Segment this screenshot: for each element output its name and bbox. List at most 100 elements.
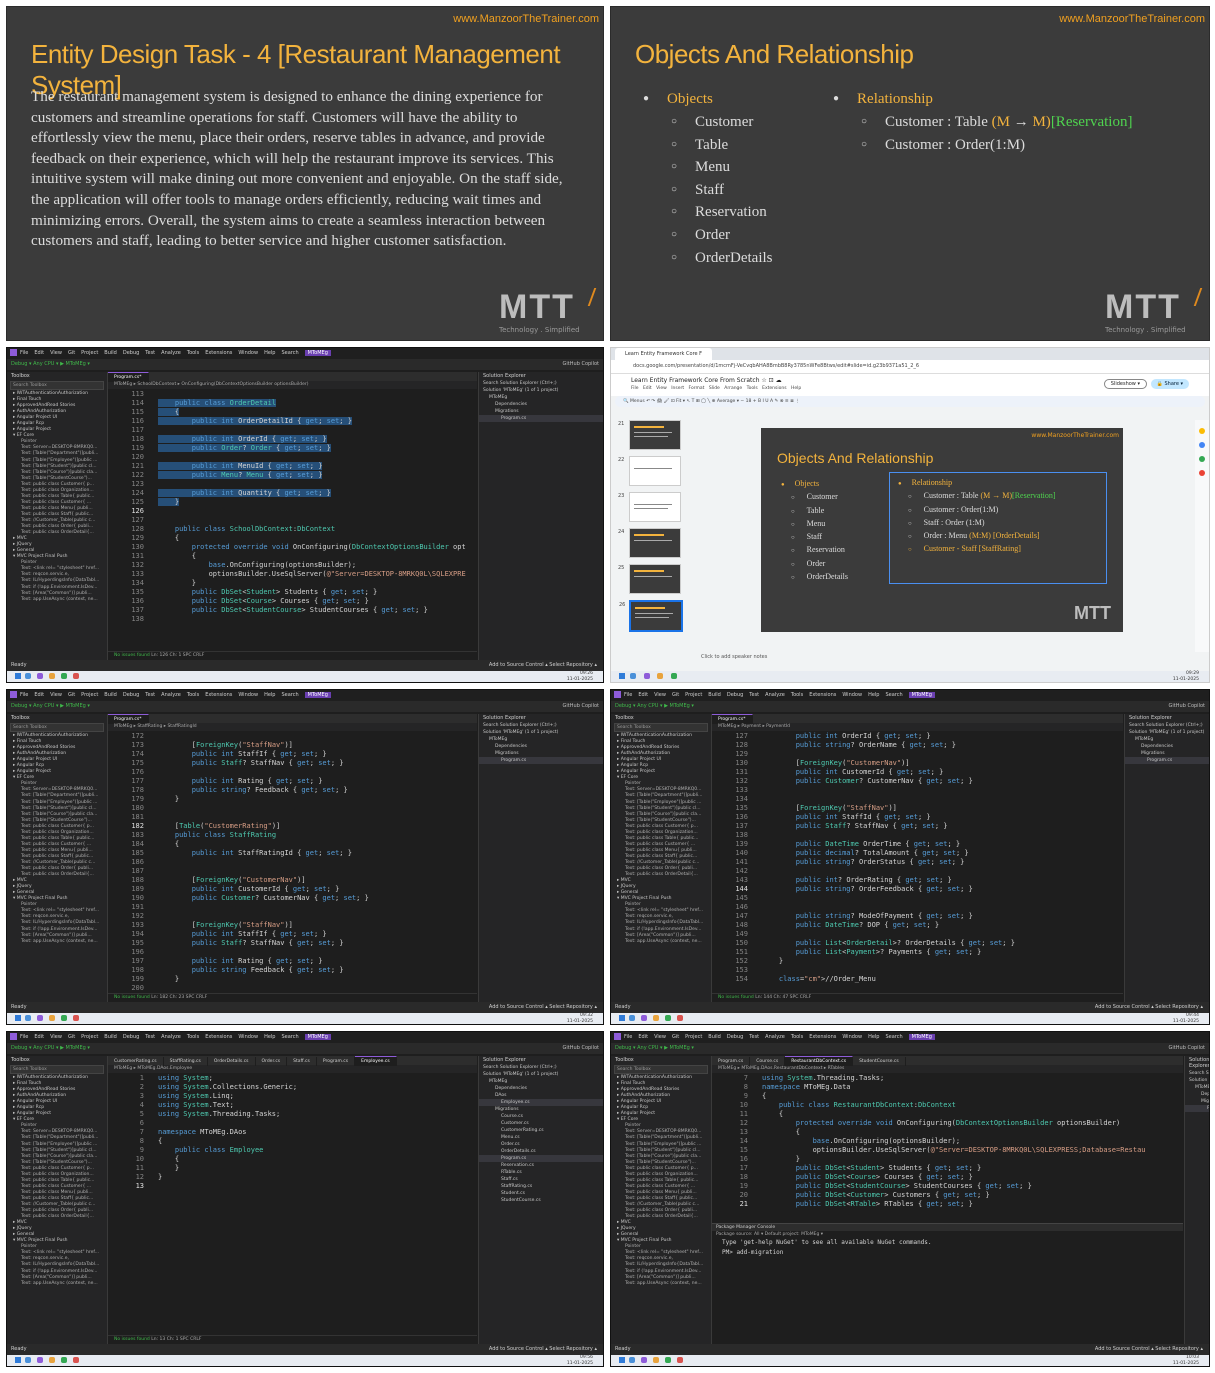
solution-item[interactable]: Order.cs (479, 1141, 603, 1148)
nav-member[interactable]: RTables (828, 1066, 845, 1071)
code-line[interactable]: 1 using System; (108, 1074, 477, 1083)
solution-item[interactable]: RTable.cs (479, 1169, 603, 1176)
code-line[interactable]: 137 public DbSet<StudentCourse> StudentC… (108, 606, 477, 615)
solution-item[interactable]: Program.cs (1185, 1105, 1209, 1112)
nav-project[interactable]: MToMEg (718, 1066, 736, 1071)
issues-indicator[interactable]: No issues found (114, 653, 150, 658)
search-box[interactable]: Search (281, 350, 298, 356)
code-line[interactable]: 176 (108, 768, 477, 777)
code-line[interactable]: 12} (108, 1173, 477, 1182)
toolbox-item[interactable]: Text: [Table("Course")]public cla... (7, 812, 107, 818)
source-control-buttons[interactable]: Add to Source Control ▴ Select Repositor… (1095, 1344, 1203, 1355)
debug-run-controls[interactable]: Debug ▾ Any CPU ▾ ▶ MToMEg ▾ (11, 1045, 90, 1051)
debug-run-controls[interactable]: Debug ▾ Any CPU ▾ ▶ MToMEg ▾ (615, 1045, 694, 1051)
code-line[interactable]: 142 (712, 867, 1123, 876)
code-line[interactable]: 135 [ForeignKey("StaffNav")] (712, 804, 1123, 813)
editor-tab[interactable]: Program.cs (317, 1057, 356, 1066)
toolbox-item[interactable]: Text: public class Customer{ p... (7, 482, 107, 488)
toolbox-item[interactable]: Text: public class Customer{ p... (7, 824, 107, 830)
code-line[interactable]: 130 protected override void OnConfigurin… (108, 543, 477, 552)
issues-indicator[interactable]: No issues found (114, 1337, 150, 1342)
menu-item[interactable]: Build (104, 1034, 117, 1040)
menu-item[interactable]: Window (842, 1034, 862, 1040)
menu-item[interactable]: Tools (791, 1034, 803, 1040)
code-line[interactable]: 21 public DbSet<RTable> RTables { get; s… (712, 1200, 1183, 1209)
search-box[interactable]: Search (885, 1034, 902, 1040)
code-line[interactable]: 146 (712, 903, 1123, 912)
menu-item[interactable]: Analyze (765, 692, 785, 698)
code-line[interactable]: 127 public int OrderId { get; set; } (712, 732, 1123, 741)
solution-item[interactable]: Dependencies (1185, 1091, 1209, 1098)
solution-item[interactable]: Dependencies (479, 743, 603, 750)
toolbox-item[interactable]: Text: [Table("Student")]public cl... (7, 806, 107, 812)
toolbox-item[interactable]: Text: if (!app.Environment.IsDev... (611, 1269, 711, 1275)
solution-item[interactable]: OrderDetails.cs (479, 1148, 603, 1155)
toolbox-item[interactable]: Text: app.UseAsync (context, ne... (7, 1281, 107, 1287)
menu-item[interactable]: Help (868, 692, 879, 698)
toolbox-item[interactable]: Text: IL/HyperdingsInfo{DataTabl... (7, 578, 107, 584)
toolbox-item[interactable]: Text: if (!app.Environment.IsDev... (7, 1269, 107, 1275)
toolbox-item[interactable]: Text: app.UseAsync (context, ne... (611, 939, 711, 945)
menu-item[interactable]: Extensions (205, 692, 232, 698)
solution-item[interactable]: Solution 'MToMEg' (1 of 1 project) (1125, 729, 1209, 736)
code-line[interactable]: 128 public string? OrderName { get; set;… (712, 741, 1123, 750)
nav-project[interactable]: MToMEg (114, 382, 132, 387)
toolbox-search[interactable]: Search Toolbox (614, 723, 708, 732)
code-navigation-bar[interactable]: MToMEg ▸ Payment ▸ PaymentId (712, 723, 1123, 731)
solution-item[interactable]: Solution 'MToMEg' (1 of 1 project) (1185, 1077, 1209, 1084)
toolbox-item[interactable]: Text: public class Table{ public... (611, 836, 711, 842)
solution-item[interactable]: Search Solution Explorer (Ctrl+;) (1185, 1070, 1209, 1077)
debug-run-controls[interactable]: Debug ▾ Any CPU ▾ ▶ MToMEg ▾ (11, 703, 90, 709)
slide-thumbnail[interactable]: 22 (618, 456, 681, 486)
solution-item[interactable]: Staff.cs (479, 1176, 603, 1183)
solution-item[interactable]: Migrations (479, 408, 603, 415)
toolbox-item[interactable]: Text: app.UseAsync (context, ne... (7, 939, 107, 945)
solution-item[interactable]: Migrations (479, 750, 603, 757)
menu-item[interactable]: Git (672, 1034, 679, 1040)
code-line[interactable]: 195 public Staff? StaffNav { get; set; } (108, 939, 477, 948)
solution-item[interactable]: Solution 'MToMEg' (1 of 1 project) (479, 1071, 603, 1078)
slide-canvas[interactable]: www.ManzoorTheTrainer.com Objects And Re… (761, 428, 1123, 632)
menu-item[interactable]: Tools (187, 692, 199, 698)
code-line[interactable]: 6 (108, 1119, 477, 1128)
copilot-button[interactable]: GitHub Copilot (563, 1043, 599, 1054)
menu-item[interactable]: Project (685, 1034, 702, 1040)
solution-item[interactable]: MToMEg (479, 394, 603, 401)
menu-item[interactable]: Edit (34, 1034, 44, 1040)
app-icon[interactable] (49, 672, 55, 679)
code-line[interactable]: 188 [ForeignKey("CustomerNav")] (108, 876, 477, 885)
slide-title[interactable]: Objects And Relationship (777, 450, 933, 466)
menu-item[interactable]: Test (749, 692, 759, 698)
menu-item[interactable]: View (654, 692, 666, 698)
code-line[interactable]: 131 { (108, 552, 477, 561)
nav-type[interactable]: MToMEg.DAos.Employee (137, 1066, 192, 1071)
code-line[interactable]: 9 public class Employee (108, 1146, 477, 1155)
solution-item[interactable]: StudentCourse.cs (479, 1197, 603, 1204)
nav-project[interactable]: MToMEg (718, 724, 736, 729)
slideshow-button[interactable]: Slideshow ▾ (1103, 379, 1147, 389)
menu-item[interactable]: Build (708, 1034, 721, 1040)
solution-item[interactable]: Reservation.cs (479, 1162, 603, 1169)
issues-indicator[interactable]: No issues found (114, 995, 150, 1000)
menu-item[interactable]: Tools (791, 692, 803, 698)
toolbox-item[interactable]: Text: if (!app.Environment.IsDev... (611, 927, 711, 933)
code-line[interactable]: 11 } (108, 1164, 477, 1173)
copilot-button[interactable]: GitHub Copilot (563, 701, 599, 712)
solution-item[interactable]: Program.cs (479, 415, 603, 422)
toolbox-item[interactable]: Text: public class Table{ public... (7, 1178, 107, 1184)
source-control-buttons[interactable]: Add to Source Control ▴ Select Repositor… (1095, 1002, 1203, 1013)
code-line[interactable]: 133 optionsBuilder.UseSqlServer(@"Server… (108, 570, 477, 579)
slide-thumbnail[interactable]: 24 (618, 528, 681, 558)
solution-item[interactable]: StaffRating.cs (479, 1183, 603, 1190)
code-line[interactable]: 20 public DbSet<Customer> Customers { ge… (712, 1191, 1183, 1200)
relationship-textbox-selected[interactable]: Relationship Customer : Table (M → M)[Re… (889, 472, 1107, 584)
menu-item[interactable]: Git (672, 692, 679, 698)
menu-item[interactable]: Build (708, 692, 721, 698)
code-line[interactable]: 185 public int StaffRatingId { get; set;… (108, 849, 477, 858)
start-icon[interactable] (15, 1014, 21, 1021)
menu-item[interactable]: File (624, 692, 632, 698)
code-line[interactable]: 115 { (108, 408, 477, 417)
menu-item[interactable]: Extensions (205, 350, 232, 356)
copilot-button[interactable]: GitHub Copilot (1169, 701, 1205, 712)
code-line[interactable]: 182 [Table("CustomerRating")] (108, 822, 477, 831)
